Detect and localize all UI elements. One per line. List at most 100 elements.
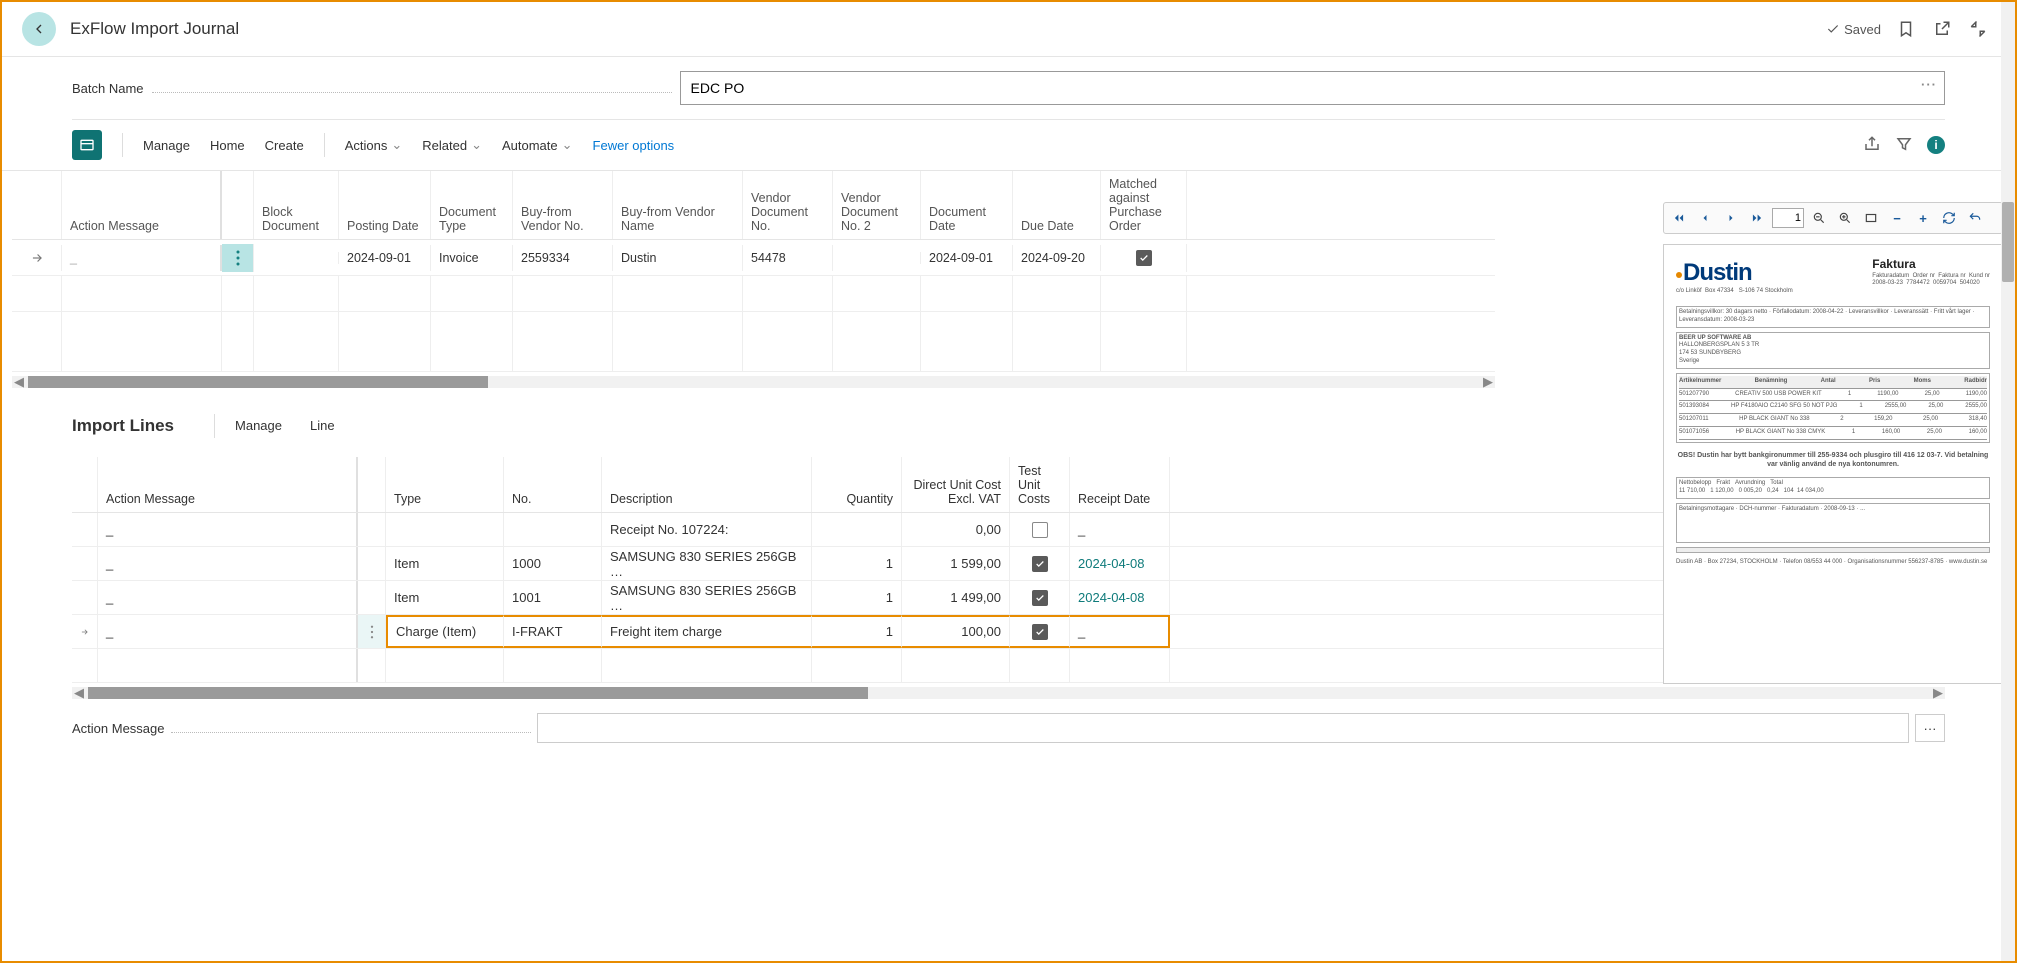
cell-document-type[interactable]: Invoice [431, 245, 513, 271]
open-new-window-icon[interactable] [1931, 18, 1953, 40]
col-matched-po[interactable]: Matched against Purchase Order [1101, 171, 1187, 239]
icol-quantity[interactable]: Quantity [812, 457, 902, 512]
action-message-more-button[interactable]: ··· [1915, 714, 1945, 742]
matched-checkbox[interactable] [1136, 250, 1152, 266]
icol-test-unit-costs[interactable]: Test Unit Costs [1010, 457, 1070, 512]
cell-description[interactable]: SAMSUNG 830 SERIES 256GB … [602, 581, 812, 614]
cell-no[interactable]: 1000 [504, 547, 602, 580]
cell-quantity[interactable]: 1 [812, 615, 902, 648]
scrollbar-thumb[interactable] [88, 687, 868, 699]
row-more-button[interactable] [358, 615, 386, 648]
cell-buy-from-vendor-no[interactable]: 2559334 [513, 245, 613, 271]
cell-action-message[interactable]: _ [98, 615, 358, 648]
cell-action-message[interactable]: _ [98, 513, 358, 546]
cell-direct-unit-cost[interactable]: 1 599,00 [902, 547, 1010, 580]
preview-prev-page-button[interactable] [1694, 207, 1716, 229]
cell-no[interactable] [504, 513, 602, 546]
icol-description[interactable]: Description [602, 457, 812, 512]
cell-quantity[interactable]: 1 [812, 581, 902, 614]
col-block-document[interactable]: Block Document [254, 171, 339, 239]
preview-page-input[interactable] [1772, 208, 1804, 228]
toolbar-automate[interactable]: Automate⌄ [492, 131, 583, 159]
icol-type[interactable]: Type [386, 457, 504, 512]
cell-due-date[interactable]: 2024-09-20 [1013, 245, 1101, 271]
cell-block-document[interactable] [254, 252, 339, 264]
preview-first-page-button[interactable] [1668, 207, 1690, 229]
batch-name-input[interactable] [680, 71, 1945, 105]
cell-action-message[interactable]: _ [98, 547, 358, 580]
icol-action-message[interactable]: Action Message [98, 457, 358, 512]
preview-minus-button[interactable]: − [1886, 207, 1908, 229]
cell-description[interactable]: Receipt No. 107224: [602, 513, 812, 546]
toolbar-create[interactable]: Create [255, 132, 314, 159]
cell-no[interactable]: I-FRAKT [504, 615, 602, 648]
test-unit-costs-checkbox[interactable] [1032, 590, 1048, 606]
cell-quantity[interactable] [812, 513, 902, 546]
test-unit-costs-checkbox[interactable] [1032, 522, 1048, 538]
page-vertical-scrollbar[interactable] [2001, 2, 2015, 961]
scrollbar-thumb[interactable] [28, 376, 488, 388]
cell-no[interactable]: 1001 [504, 581, 602, 614]
cell-quantity[interactable]: 1 [812, 547, 902, 580]
cell-type[interactable] [386, 513, 504, 546]
cell-document-date[interactable]: 2024-09-01 [921, 245, 1013, 271]
col-vendor-document-no[interactable]: Vendor Document No. [743, 171, 833, 239]
col-posting-date[interactable]: Posting Date [339, 171, 431, 239]
col-action-message[interactable]: Action Message [62, 171, 222, 239]
bookmark-icon[interactable] [1895, 18, 1917, 40]
preview-refresh-button[interactable] [1938, 207, 1960, 229]
row-expand-icon[interactable] [72, 615, 98, 648]
row-expand-icon[interactable] [12, 245, 62, 271]
icol-direct-unit-cost[interactable]: Direct Unit Cost Excl. VAT [902, 457, 1010, 512]
icol-no[interactable]: No. [504, 457, 602, 512]
toolbar-related[interactable]: Related⌄ [412, 131, 492, 159]
col-document-date[interactable]: Document Date [921, 171, 1013, 239]
col-buy-from-vendor-name[interactable]: Buy-from Vendor Name [613, 171, 743, 239]
focus-mode-button[interactable] [72, 130, 102, 160]
preview-plus-button[interactable]: + [1912, 207, 1934, 229]
filter-icon[interactable] [1895, 135, 1913, 156]
cell-action-message[interactable]: _ [98, 581, 358, 614]
cell-direct-unit-cost[interactable]: 100,00 [902, 615, 1010, 648]
cell-test-unit-costs[interactable] [1010, 615, 1070, 648]
cell-type[interactable]: Charge (Item) [386, 615, 504, 648]
cell-vendor-document-no2[interactable] [833, 252, 921, 264]
cell-receipt-date[interactable]: _ [1070, 615, 1170, 648]
test-unit-costs-checkbox[interactable] [1032, 624, 1048, 640]
preview-last-page-button[interactable] [1746, 207, 1768, 229]
col-buy-from-vendor-no[interactable]: Buy-from Vendor No. [513, 171, 613, 239]
col-due-date[interactable]: Due Date [1013, 171, 1101, 239]
cell-type[interactable]: Item [386, 581, 504, 614]
cell-direct-unit-cost[interactable]: 0,00 [902, 513, 1010, 546]
toolbar-home[interactable]: Home [200, 132, 255, 159]
cell-test-unit-costs[interactable] [1010, 547, 1070, 580]
share-icon[interactable] [1863, 135, 1881, 156]
cell-test-unit-costs[interactable] [1010, 513, 1070, 546]
row-more-button[interactable] [222, 244, 254, 272]
row-more-button[interactable] [358, 513, 386, 546]
cell-receipt-date[interactable]: 2024-04-08 [1070, 547, 1170, 580]
back-button[interactable] [22, 12, 56, 46]
cell-test-unit-costs[interactable] [1010, 581, 1070, 614]
col-document-type[interactable]: Document Type [431, 171, 513, 239]
cell-type[interactable]: Item [386, 547, 504, 580]
preview-fit-width-button[interactable] [1860, 207, 1882, 229]
preview-undo-button[interactable] [1964, 207, 1986, 229]
cell-action-message[interactable]: _ [62, 245, 222, 271]
toolbar-actions[interactable]: Actions⌄ [335, 131, 413, 159]
batch-dropdown-button[interactable]: ··· [1921, 77, 1937, 92]
cell-vendor-document-no[interactable]: 54478 [743, 245, 833, 271]
row-more-button[interactable] [358, 581, 386, 614]
test-unit-costs-checkbox[interactable] [1032, 556, 1048, 572]
main-grid-row[interactable]: _ 2024-09-01 Invoice 2559334 Dustin 5447… [12, 240, 1495, 276]
preview-next-page-button[interactable] [1720, 207, 1742, 229]
cell-description[interactable]: Freight item charge [602, 615, 812, 648]
col-vendor-document-no2[interactable]: Vendor Document No. 2 [833, 171, 921, 239]
scrollbar-thumb[interactable] [2002, 202, 2014, 282]
preview-zoom-in-button[interactable] [1834, 207, 1856, 229]
preview-zoom-out-button[interactable] [1808, 207, 1830, 229]
import-grid-hscrollbar[interactable]: ◀ ▶ [72, 687, 1945, 699]
collapse-icon[interactable] [1967, 18, 1989, 40]
cell-direct-unit-cost[interactable]: 1 499,00 [902, 581, 1010, 614]
info-icon[interactable]: i [1927, 136, 1945, 154]
